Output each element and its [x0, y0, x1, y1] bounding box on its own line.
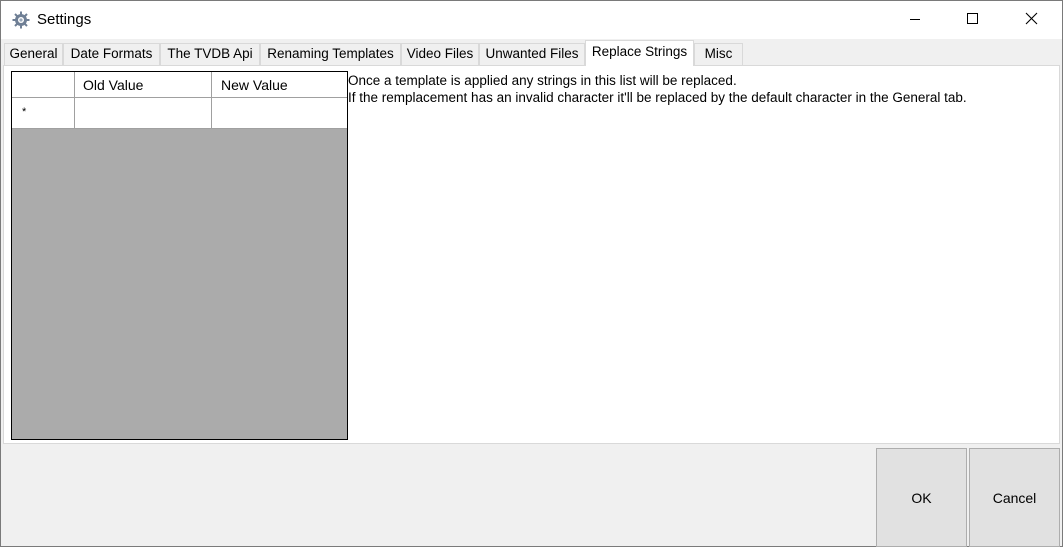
- button-bar: OK Cancel: [1, 445, 1062, 547]
- tab-general[interactable]: General: [4, 43, 63, 65]
- column-header-label: Old Value: [83, 77, 144, 93]
- row-header-corner: [12, 72, 75, 97]
- column-header-label: New Value: [221, 77, 288, 93]
- new-row[interactable]: *: [12, 98, 347, 129]
- maximize-icon: [967, 12, 979, 28]
- replace-strings-grid[interactable]: Old Value New Value *: [11, 71, 348, 440]
- gear-icon: [12, 11, 30, 29]
- tab-video-files[interactable]: Video Files: [401, 43, 479, 65]
- info-text: Once a template is applied any strings i…: [348, 72, 967, 106]
- cancel-button[interactable]: Cancel: [969, 448, 1060, 547]
- minimize-button[interactable]: [886, 1, 944, 39]
- column-header-old-value[interactable]: Old Value: [75, 72, 212, 97]
- tab-misc[interactable]: Misc: [694, 43, 743, 65]
- maximize-button[interactable]: [944, 1, 1002, 39]
- row-header[interactable]: *: [12, 98, 75, 128]
- new-value-cell[interactable]: [212, 98, 347, 128]
- tab-the-tvdb-api[interactable]: The TVDB Api: [160, 43, 260, 65]
- column-header-new-value[interactable]: New Value: [212, 72, 347, 97]
- title-bar[interactable]: Settings: [1, 1, 1062, 39]
- grid-header: Old Value New Value: [12, 72, 347, 98]
- info-line-1: Once a template is applied any strings i…: [348, 73, 737, 88]
- replace-strings-panel: Old Value New Value * Once a template is…: [3, 65, 1060, 444]
- tab-strip: General Date Formats The TVDB Api Renami…: [1, 39, 1062, 66]
- close-icon: [1025, 12, 1038, 28]
- tab-replace-strings[interactable]: Replace Strings: [585, 40, 694, 66]
- old-value-cell[interactable]: [75, 98, 212, 128]
- settings-window: Settings General Date Formats The TVDB A…: [0, 0, 1063, 547]
- close-button[interactable]: [1002, 1, 1060, 39]
- window-title: Settings: [37, 11, 92, 28]
- info-line-2: If the remplacement has an invalid chara…: [348, 90, 967, 105]
- tab-unwanted-files[interactable]: Unwanted Files: [479, 43, 585, 65]
- minimize-icon: [909, 13, 921, 28]
- ok-button[interactable]: OK: [876, 448, 967, 547]
- tab-renaming-templates[interactable]: Renaming Templates: [260, 43, 401, 65]
- tab-date-formats[interactable]: Date Formats: [63, 43, 160, 65]
- new-row-marker: *: [22, 106, 27, 118]
